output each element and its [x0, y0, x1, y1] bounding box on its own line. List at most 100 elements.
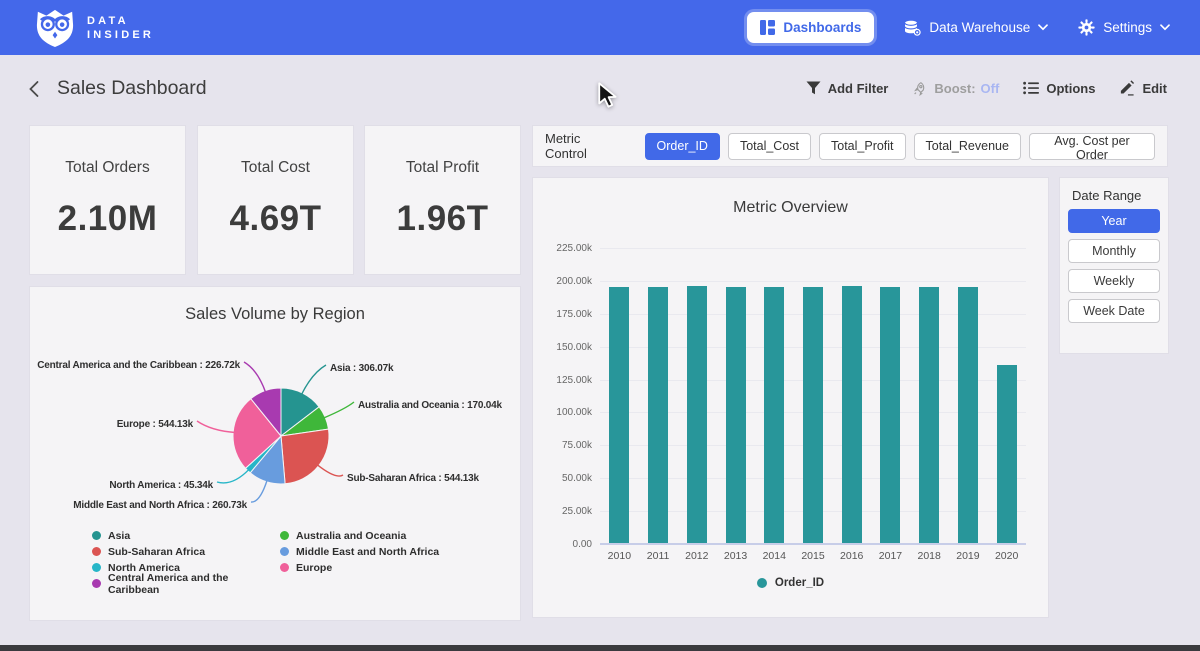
date-range-button-weekly[interactable]: Weekly: [1068, 269, 1160, 293]
kpi-card-total-profit: Total Profit 1.96T: [365, 126, 520, 274]
y-axis-tick: 125.00k: [533, 375, 592, 386]
brand-name: DATA INSIDER: [87, 14, 154, 42]
grid-line: [600, 248, 1026, 249]
legend-label: Sub-Saharan Africa: [108, 546, 205, 558]
legend-item-middle-east-and-north-africa[interactable]: Middle East and North Africa: [280, 546, 468, 557]
gear-icon: [1078, 19, 1095, 36]
date-range-label: Date Range: [1072, 188, 1141, 203]
kpi-card-total-cost: Total Cost 4.69T: [198, 126, 353, 274]
bar-2016[interactable]: [842, 286, 862, 544]
date-range-buttons: Year Monthly Weekly Week Date: [1068, 209, 1160, 323]
metric-buttons: Order_ID Total_Cost Total_Profit Total_Reve…: [645, 133, 1155, 160]
nav-item-data-warehouse[interactable]: Data Warehouse: [904, 20, 1048, 36]
pie-label-sub-saharan-africa: Sub-Saharan Africa : 544.13k: [347, 473, 480, 484]
kpi-label: Total Profit: [365, 159, 520, 177]
pie-label-australia-and-oceania: Australia and Oceania : 170.04k: [358, 400, 503, 411]
pie-label-central-america-and-the-caribbean: Central America and the Caribbean : 226.…: [37, 360, 240, 371]
metric-button-total-revenue[interactable]: Total_Revenue: [914, 133, 1021, 160]
bar-2010[interactable]: [609, 287, 629, 544]
nav-data-warehouse-label: Data Warehouse: [929, 20, 1030, 35]
cursor-pointer: [597, 82, 621, 108]
y-axis-tick: 0.00: [533, 539, 592, 550]
legend-item-asia[interactable]: Asia: [92, 530, 280, 541]
metric-button-total-cost[interactable]: Total_Cost: [728, 133, 811, 160]
pie-legend-column: AsiaSub-Saharan AfricaNorth AmericaCentr…: [92, 530, 280, 589]
pie-label-north-america: North America : 45.34k: [109, 480, 213, 491]
kpi-card-total-orders: Total Orders 2.10M: [30, 126, 185, 274]
pie-slice-sub-saharan-africa[interactable]: [281, 429, 329, 484]
metric-button-total-profit[interactable]: Total_Profit: [819, 133, 906, 160]
bar-2019[interactable]: [958, 287, 978, 544]
date-range-button-year[interactable]: Year: [1068, 209, 1160, 233]
pencil-icon: [1119, 80, 1135, 96]
bar-2017[interactable]: [880, 287, 900, 544]
bar-2012[interactable]: [687, 286, 707, 544]
pie-label-line: [244, 362, 266, 393]
legend-dot: [280, 531, 289, 540]
header-tools: Add Filter Boost: Off Options: [806, 80, 1167, 96]
bar-2011[interactable]: [648, 287, 668, 544]
chevron-left-icon: [27, 80, 40, 98]
pie-label-line: [323, 402, 354, 418]
bar-2015[interactable]: [803, 287, 823, 544]
kpi-label: Total Cost: [198, 159, 353, 177]
top-nav: DATA INSIDER Dashboards: [0, 0, 1200, 55]
list-icon: [1023, 81, 1039, 95]
nav-dashboards-label: Dashboards: [783, 20, 861, 35]
app-window: DATA INSIDER Dashboards: [0, 0, 1200, 651]
options-button[interactable]: Options: [1023, 81, 1095, 96]
edit-button[interactable]: Edit: [1119, 80, 1167, 96]
y-axis-tick: 25.00k: [533, 506, 592, 517]
nav-item-settings[interactable]: Settings: [1078, 19, 1170, 36]
brand[interactable]: DATA INSIDER: [34, 8, 154, 48]
date-range-button-monthly[interactable]: Monthly: [1068, 239, 1160, 263]
bar-2018[interactable]: [919, 287, 939, 544]
page-title: Sales Dashboard: [57, 77, 207, 100]
x-axis-line: [600, 543, 1026, 545]
nav-settings-label: Settings: [1103, 20, 1152, 35]
sales-volume-card: Sales Volume by Region Asia : 306.07kAus…: [30, 287, 520, 620]
pie-label-europe: Europe : 544.13k: [117, 419, 194, 430]
metric-overview-card: Metric Overview Order_ID 225.00k200.00k1…: [533, 178, 1048, 617]
add-filter-label: Add Filter: [828, 81, 889, 96]
bar-2013[interactable]: [726, 287, 746, 544]
y-axis-tick: 225.00k: [533, 243, 592, 254]
bar-2020[interactable]: [997, 365, 1017, 544]
legend-label: Asia: [108, 530, 130, 542]
x-axis-label: 2012: [685, 550, 708, 562]
pie-label-line: [301, 365, 326, 395]
chevron-down-icon: [1038, 24, 1048, 31]
add-filter-button[interactable]: Add Filter: [806, 81, 889, 96]
legend-label: Australia and Oceania: [296, 530, 406, 542]
legend-label: Middle East and North Africa: [296, 546, 439, 558]
metric-button-avg-cost-per-order[interactable]: Avg. Cost per Order: [1029, 133, 1155, 160]
legend-dot: [92, 563, 101, 572]
dashboards-grid-icon: [760, 20, 775, 35]
nav-item-dashboards[interactable]: Dashboards: [747, 12, 874, 43]
legend-item-europe[interactable]: Europe: [280, 562, 468, 573]
bar-legend[interactable]: Order_ID: [533, 577, 1048, 589]
y-axis-tick: 100.00k: [533, 407, 592, 418]
x-axis-label: 2011: [647, 550, 670, 562]
legend-dot: [757, 578, 767, 588]
date-range-button-week-date[interactable]: Week Date: [1068, 299, 1160, 323]
legend-item-sub-saharan-africa[interactable]: Sub-Saharan Africa: [92, 546, 280, 557]
bar-2014[interactable]: [764, 287, 784, 544]
pie-legend: AsiaSub-Saharan AfricaNorth AmericaCentr…: [92, 530, 468, 589]
back-button[interactable]: [27, 80, 40, 101]
metric-control-label: Metric Control: [545, 131, 625, 161]
legend-item-central-america-and-the-caribbean[interactable]: Central America and the Caribbean: [92, 578, 280, 589]
legend-item-australia-and-oceania[interactable]: Australia and Oceania: [280, 530, 468, 541]
y-axis-tick: 200.00k: [533, 276, 592, 287]
boost-label: Boost:: [934, 81, 975, 96]
boost-toggle[interactable]: Boost: Off: [912, 81, 999, 96]
pie-label-middle-east-and-north-africa: Middle East and North Africa : 260.73k: [73, 500, 247, 511]
x-axis-label: 2020: [995, 550, 1018, 562]
metric-control-bar: Metric Control Order_ID Total_Cost Total_P…: [533, 126, 1167, 166]
metric-button-order-id[interactable]: Order_ID: [645, 133, 720, 160]
x-axis-label: 2013: [724, 550, 747, 562]
date-range-card: Date Range Year Monthly Weekly Week Date: [1060, 178, 1168, 353]
kpi-value: 2.10M: [30, 199, 185, 239]
legend-dot: [92, 531, 101, 540]
y-axis-tick: 150.00k: [533, 342, 592, 353]
